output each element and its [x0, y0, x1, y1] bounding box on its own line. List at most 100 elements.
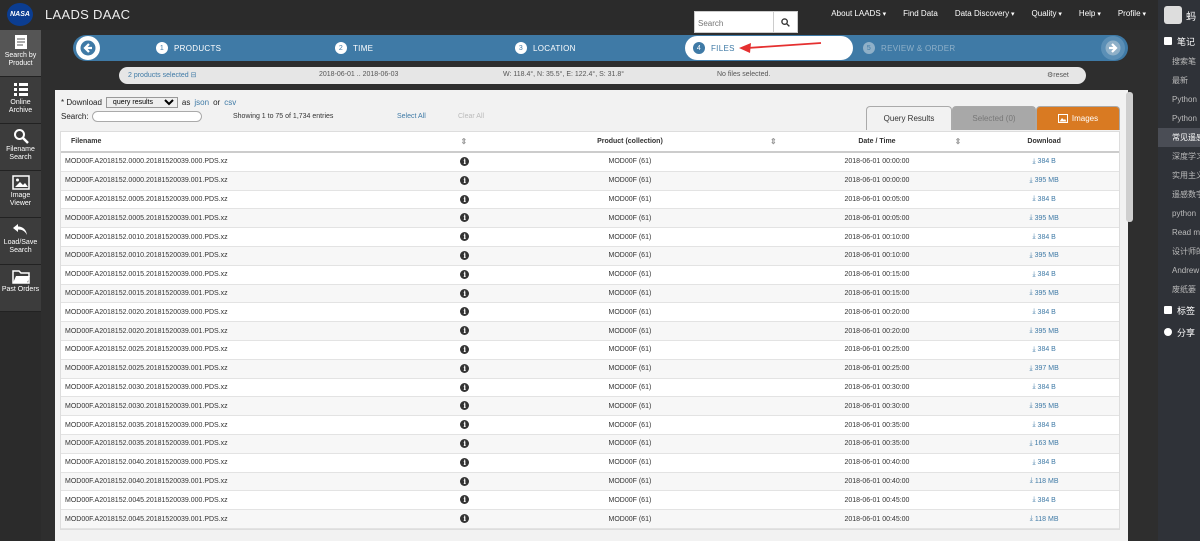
download-link[interactable]: ⤓ 384 B — [969, 266, 1119, 284]
sidebar-image-viewer[interactable]: Image Viewer — [0, 171, 41, 218]
step-review-order[interactable]: 5 REVIEW & ORDER — [863, 42, 955, 54]
notes-section[interactable]: 笔记 — [1158, 30, 1200, 52]
download-link[interactable]: ⤓ 384 B — [969, 228, 1119, 246]
download-link[interactable]: ⤓ 395 MB — [969, 397, 1119, 415]
table-row[interactable]: MOD00F.A2018152.0030.20181520039.001.PDS… — [61, 397, 1119, 417]
col-filename[interactable]: Filename ⇕ — [61, 132, 475, 151]
reset-button[interactable]: ⚙reset — [1047, 71, 1069, 79]
notebook-item[interactable]: Read m — [1158, 223, 1200, 242]
info-icon[interactable]: i — [460, 250, 470, 260]
download-link[interactable]: ⤓ 384 B — [969, 379, 1119, 397]
table-row[interactable]: MOD00F.A2018152.0010.20181520039.001.PDS… — [61, 246, 1119, 266]
info-icon[interactable]: i — [460, 495, 470, 505]
tab-images[interactable]: Images — [1036, 106, 1120, 130]
download-link[interactable]: ⤓ 163 MB — [969, 435, 1119, 453]
table-row[interactable]: MOD00F.A2018152.0035.20181520039.001.PDS… — [61, 434, 1119, 454]
table-row[interactable]: MOD00F.A2018152.0005.20181520039.000.PDS… — [61, 191, 1119, 210]
info-icon[interactable]: i — [460, 401, 470, 411]
table-row[interactable]: MOD00F.A2018152.0010.20181520039.000.PDS… — [61, 228, 1119, 247]
table-row[interactable]: MOD00F.A2018152.0040.20181520039.000.PDS… — [61, 454, 1119, 473]
info-icon[interactable]: i — [460, 157, 470, 166]
table-row[interactable]: MOD00F.A2018152.0005.20181520039.001.PDS… — [61, 209, 1119, 229]
app-title[interactable]: LAADS DAAC — [45, 7, 130, 22]
download-link[interactable]: ⤓ 384 B — [969, 191, 1119, 209]
notebook-item[interactable]: python — [1158, 204, 1200, 223]
sidebar-filename-search[interactable]: Filename Search — [0, 124, 41, 171]
download-link[interactable]: ⤓ 118 MB — [969, 510, 1119, 528]
notebook-item[interactable]: 设计师的 — [1158, 242, 1200, 261]
info-icon[interactable]: i — [460, 476, 470, 486]
info-icon[interactable]: i — [460, 326, 470, 336]
sidebar-online-archive[interactable]: Online Archive — [0, 77, 41, 124]
info-icon[interactable]: i — [460, 288, 470, 298]
sidebar-search-by-product[interactable]: Search by Product — [0, 30, 41, 77]
nasa-logo[interactable]: NASA — [7, 3, 33, 26]
download-link[interactable]: ⤓ 395 MB — [969, 322, 1119, 340]
download-link[interactable]: ⤓ 384 B — [969, 454, 1119, 472]
step-time[interactable]: 2 TIME — [335, 42, 373, 54]
step-files-active[interactable]: 4 FILES — [685, 36, 853, 60]
download-link[interactable]: ⤓ 384 B — [969, 153, 1119, 171]
info-icon[interactable]: i — [460, 514, 470, 524]
table-row[interactable]: MOD00F.A2018152.0000.20181520039.000.PDS… — [61, 153, 1119, 172]
download-link[interactable]: ⤓ 395 MB — [969, 209, 1119, 227]
col-product[interactable]: Product (collection) ⇕ — [475, 132, 784, 151]
json-link[interactable]: json — [194, 98, 209, 107]
notebook-item[interactable]: Andrew — [1158, 261, 1200, 280]
products-selected[interactable]: 2 products selected ⊟ — [128, 71, 197, 79]
notebook-item[interactable]: 最新 — [1158, 71, 1200, 90]
notebook-item[interactable]: 搜索笔 — [1158, 52, 1200, 71]
info-icon[interactable]: i — [460, 420, 470, 430]
nav-about[interactable]: About LAADS — [831, 9, 886, 18]
sidebar-load-save-search[interactable]: Load/Save Search — [0, 218, 41, 265]
download-link[interactable]: ⤓ 397 MB — [969, 360, 1119, 378]
download-link[interactable]: ⤓ 395 MB — [969, 172, 1119, 190]
notes-account[interactable]: 蚂 — [1158, 0, 1200, 30]
download-link[interactable]: ⤓ 384 B — [969, 416, 1119, 434]
table-search-input[interactable] — [91, 111, 202, 122]
table-row[interactable]: MOD00F.A2018152.0025.20181520039.000.PDS… — [61, 341, 1119, 360]
info-icon[interactable]: i — [460, 363, 470, 373]
csv-link[interactable]: csv — [224, 98, 236, 107]
info-icon[interactable]: i — [460, 213, 470, 223]
notebook-item[interactable]: 深度学习 — [1158, 147, 1200, 166]
download-link[interactable]: ⤓ 384 B — [969, 341, 1119, 359]
download-link[interactable]: ⤓ 395 MB — [969, 285, 1119, 303]
info-icon[interactable]: i — [460, 232, 470, 242]
page-scrollbar[interactable] — [1126, 92, 1133, 222]
table-row[interactable]: MOD00F.A2018152.0040.20181520039.001.PDS… — [61, 472, 1119, 492]
notebook-item[interactable]: 实用主义 — [1158, 166, 1200, 185]
select-all-button[interactable]: Select All — [397, 113, 426, 120]
table-row[interactable]: MOD00F.A2018152.0035.20181520039.000.PDS… — [61, 416, 1119, 435]
notebook-item[interactable]: 遥感数字 — [1158, 185, 1200, 204]
nav-profile[interactable]: Profile — [1118, 9, 1146, 18]
table-row[interactable]: MOD00F.A2018152.0045.20181520039.000.PDS… — [61, 491, 1119, 511]
info-icon[interactable]: i — [460, 344, 470, 354]
notebook-item[interactable]: Python — [1158, 90, 1200, 109]
tab-query-results[interactable]: Query Results — [866, 106, 952, 130]
tab-selected[interactable]: Selected (0) — [952, 106, 1036, 130]
download-link[interactable]: ⤓ 395 MB — [969, 247, 1119, 265]
download-link[interactable]: ⤓ 384 B — [969, 491, 1119, 509]
table-row[interactable]: MOD00F.A2018152.0020.20181520039.001.PDS… — [61, 322, 1119, 341]
nav-quality[interactable]: Quality — [1032, 9, 1062, 18]
download-link[interactable]: ⤓ 384 B — [969, 303, 1119, 321]
info-icon[interactable]: i — [460, 194, 470, 204]
col-datetime[interactable]: Date / Time ⇕ — [785, 132, 970, 151]
table-row[interactable]: MOD00F.A2018152.0020.20181520039.000.PDS… — [61, 303, 1119, 323]
step-location[interactable]: 3 LOCATION — [515, 42, 576, 54]
table-row[interactable]: MOD00F.A2018152.0025.20181520039.001.PDS… — [61, 359, 1119, 379]
tags-section[interactable]: 标签 — [1158, 299, 1200, 321]
download-link[interactable]: ⤓ 118 MB — [969, 473, 1119, 491]
table-row[interactable]: MOD00F.A2018152.0015.20181520039.001.PDS… — [61, 284, 1119, 304]
nav-help[interactable]: Help — [1079, 9, 1101, 18]
info-icon[interactable]: i — [460, 175, 470, 185]
notebook-item[interactable]: 废纸篓 — [1158, 280, 1200, 299]
table-row[interactable]: MOD00F.A2018152.0030.20181520039.000.PDS… — [61, 379, 1119, 398]
info-icon[interactable]: i — [460, 269, 470, 279]
clear-all-button[interactable]: Clear All — [458, 113, 484, 120]
nav-data-discovery[interactable]: Data Discovery — [955, 9, 1015, 18]
site-search-button[interactable] — [773, 12, 797, 32]
nav-find-data[interactable]: Find Data — [903, 9, 938, 18]
table-row[interactable]: MOD00F.A2018152.0015.20181520039.000.PDS… — [61, 266, 1119, 285]
